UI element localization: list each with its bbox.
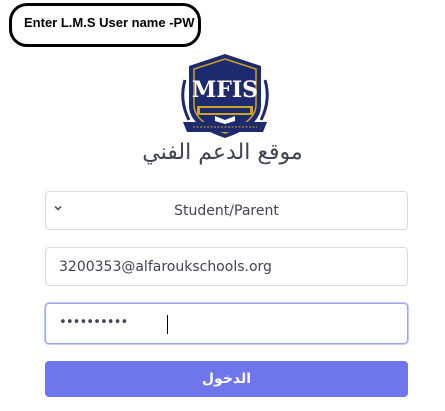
- logo-text: MFIS: [192, 77, 258, 103]
- login-button[interactable]: الدخول: [45, 361, 408, 397]
- callout-text: Enter L.M.S User name -PW: [24, 15, 195, 30]
- username-value: 3200353@alfaroukschools.org: [59, 259, 272, 275]
- mfis-school-crest-logo: MFIS: [181, 54, 269, 138]
- role-select-value: Student/Parent: [174, 203, 279, 219]
- password-input[interactable]: ••••••••••: [45, 303, 408, 344]
- instruction-callout: Enter L.M.S User name -PW: [9, 3, 201, 47]
- page-title: موقع الدعم الفني: [142, 140, 303, 165]
- username-input[interactable]: 3200353@alfaroukschools.org: [45, 247, 408, 286]
- password-masked-value: ••••••••••: [59, 315, 128, 330]
- role-select[interactable]: Student/Parent: [45, 191, 408, 230]
- login-page: Enter L.M.S User name -PW MFIS موقع الدع…: [0, 0, 445, 411]
- text-caret: [167, 315, 168, 334]
